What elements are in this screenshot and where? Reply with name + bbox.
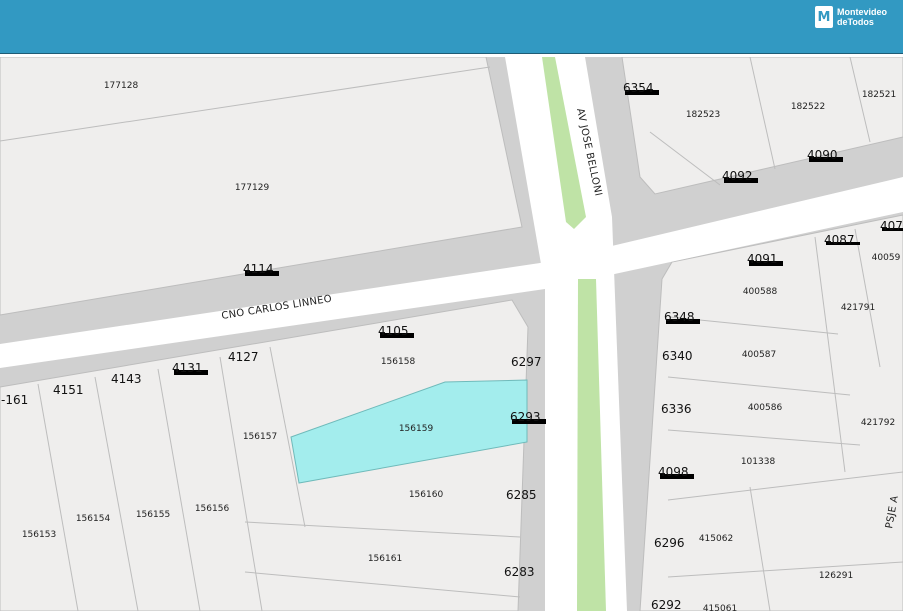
parcel-label[interactable]: 182521 [862, 90, 896, 100]
brand-tagline: deTodos [837, 17, 874, 27]
svg-text:6293: 6293 [510, 410, 541, 424]
parcel-label[interactable]: 156153 [22, 530, 56, 540]
door-number[interactable]: 6296 [654, 536, 685, 550]
parcel-label[interactable]: 177129 [235, 183, 270, 193]
svg-text:6292: 6292 [651, 598, 682, 611]
svg-text:6348: 6348 [664, 310, 695, 324]
parcel-label[interactable]: 421792 [861, 418, 895, 428]
svg-text:4090: 4090 [807, 148, 838, 162]
parcel-label[interactable]: 156161 [368, 554, 402, 564]
door-number[interactable]: 6297 [511, 355, 542, 369]
parcel-label[interactable]: 400586 [748, 403, 783, 413]
parcel-label[interactable]: 400587 [742, 350, 776, 360]
door-number[interactable]: 407 [880, 219, 903, 233]
door-number[interactable]: 6292 [651, 598, 682, 611]
svg-text:-161: -161 [1, 393, 28, 407]
parcel-label[interactable]: 415062 [699, 534, 733, 544]
parcel-label[interactable]: 40059 [872, 253, 901, 263]
svg-text:407: 407 [880, 219, 903, 233]
brand-name: Montevideo [837, 7, 888, 17]
app-header: M Montevideo deTodos [0, 0, 903, 54]
parcel-label[interactable]: 415061 [703, 604, 737, 611]
svg-text:4105: 4105 [378, 324, 409, 338]
door-number[interactable]: 4143 [111, 372, 142, 386]
svg-text:4114: 4114 [243, 262, 274, 276]
svg-text:4143: 4143 [111, 372, 142, 386]
cadastral-map[interactable]: CNO CARLOS LINNEO AV JOSE BELLONI PSJE A… [0, 57, 903, 611]
svg-text:4087: 4087 [824, 233, 855, 247]
svg-text:6285: 6285 [506, 488, 537, 502]
svg-text:4131: 4131 [172, 361, 203, 375]
door-number[interactable]: 6285 [506, 488, 537, 502]
svg-text:6336: 6336 [661, 402, 692, 416]
svg-text:6340: 6340 [662, 349, 693, 363]
parcel-label[interactable]: 156154 [76, 514, 111, 524]
parcel-label[interactable]: 126291 [819, 571, 853, 581]
parcel-label[interactable]: 156157 [243, 432, 277, 442]
parcel-label[interactable]: 156156 [195, 504, 230, 514]
door-number[interactable]: 4151 [53, 383, 84, 397]
svg-text:4127: 4127 [228, 350, 259, 364]
parcel-label[interactable]: 182523 [686, 110, 720, 120]
brand-logo[interactable]: M Montevideo deTodos [815, 6, 887, 28]
building-icon: M [815, 6, 833, 28]
parcel-label[interactable]: 177128 [104, 81, 139, 91]
svg-text:4098: 4098 [658, 465, 689, 479]
parcel-label[interactable]: 400588 [743, 287, 778, 297]
svg-text:6283: 6283 [504, 565, 535, 579]
svg-text:4091: 4091 [747, 252, 778, 266]
svg-text:4092: 4092 [722, 169, 753, 183]
door-number[interactable]: 6283 [504, 565, 535, 579]
parcel-label[interactable]: 182522 [791, 102, 825, 112]
door-number[interactable]: -161 [1, 393, 28, 407]
svg-text:4151: 4151 [53, 383, 84, 397]
parcel-label[interactable]: 156160 [409, 490, 444, 500]
svg-text:6354: 6354 [623, 81, 654, 95]
door-number[interactable]: 6340 [662, 349, 693, 363]
parcel-label[interactable]: 156159 [399, 424, 434, 434]
parcel-label[interactable]: 156158 [381, 357, 416, 367]
parcel-label[interactable]: 421791 [841, 303, 875, 313]
door-number[interactable]: 6336 [661, 402, 692, 416]
svg-text:6297: 6297 [511, 355, 542, 369]
door-number[interactable]: 4127 [228, 350, 259, 364]
svg-text:6296: 6296 [654, 536, 685, 550]
parcel-label[interactable]: 101338 [741, 457, 776, 467]
parcel-label[interactable]: 156155 [136, 510, 170, 520]
